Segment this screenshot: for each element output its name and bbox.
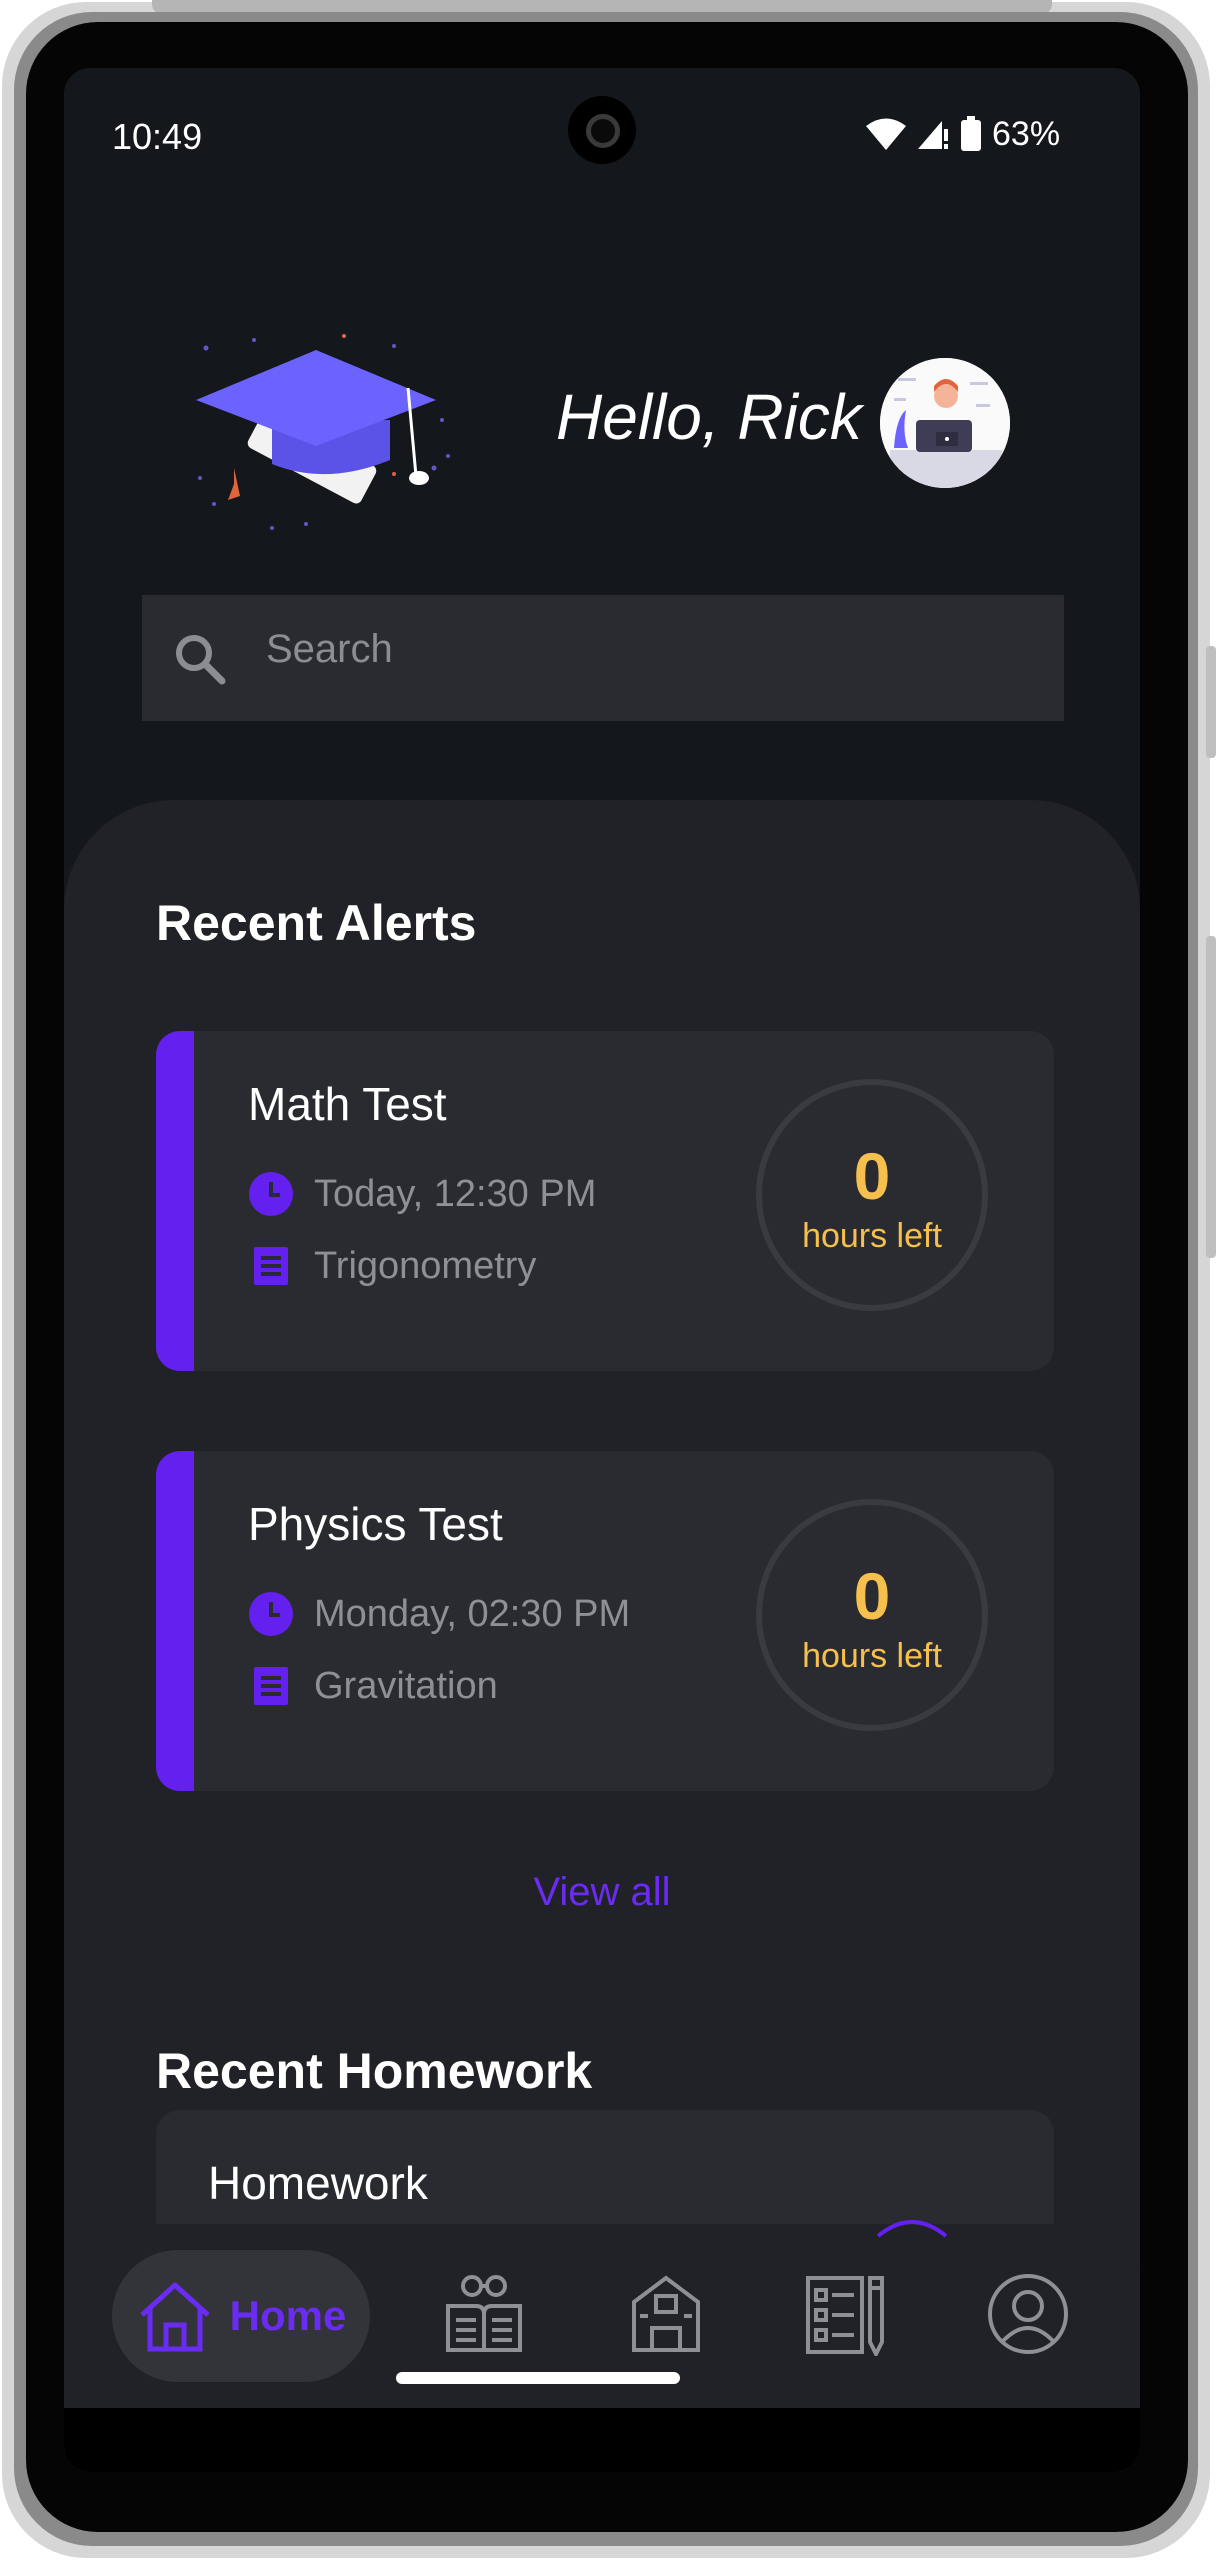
alert-time: Today, 12:30 PM — [314, 1172, 597, 1215]
school-icon[interactable] — [628, 2272, 704, 2356]
profile-icon[interactable] — [986, 2272, 1070, 2356]
alert-card[interactable]: Physics Test Monday, 02:30 PM Gravitatio… — [156, 1451, 1054, 1791]
alert-title: Math Test — [248, 1078, 447, 1130]
countdown-label: hours left — [802, 1637, 942, 1675]
homework-progress-icon — [876, 2220, 948, 2238]
signal-icon — [918, 121, 948, 149]
power-button — [1206, 646, 1216, 758]
alert-time-row: Today, 12:30 PM — [248, 1171, 596, 1217]
reading-icon[interactable] — [442, 2272, 526, 2356]
alert-topic: Trigonometry — [314, 1244, 537, 1287]
alert-accent-bar — [156, 1451, 194, 1791]
status-time: 10:49 — [112, 116, 203, 157]
battery-icon — [961, 116, 981, 151]
search-input[interactable]: Search — [142, 595, 1064, 721]
nav-home-label: Home — [229, 2292, 347, 2339]
alert-topic: Gravitation — [314, 1664, 498, 1707]
recent-alerts-title: Recent Alerts — [156, 895, 477, 951]
countdown-value: 0 — [853, 1559, 891, 1633]
view-all-link[interactable]: View all — [64, 1870, 1140, 1915]
app-screen: 10:49 63% Hello, Rick Search Recent Aler… — [64, 68, 1140, 2472]
battery-percent: 63% — [992, 114, 1061, 153]
clock-icon — [249, 1172, 293, 1216]
countdown-label: hours left — [802, 1217, 942, 1255]
avatar[interactable] — [880, 358, 1010, 488]
home-indicator[interactable] — [396, 2372, 680, 2384]
clock-icon — [249, 1592, 293, 1636]
nav-home[interactable]: Home — [112, 2250, 370, 2382]
alert-title: Physics Test — [248, 1498, 503, 1550]
countdown-value: 0 — [853, 1139, 891, 1213]
user-avatar-illustration — [880, 358, 1010, 488]
search-icon — [176, 635, 226, 685]
gesture-bar-area — [64, 2408, 1140, 2472]
home-icon — [139, 2282, 210, 2352]
countdown-ring: 0 hours left — [756, 1499, 988, 1731]
recent-homework-title: Recent Homework — [156, 2043, 593, 2099]
wifi-icon — [866, 118, 906, 150]
document-icon — [254, 1247, 288, 1285]
checklist-icon[interactable] — [804, 2272, 888, 2356]
alert-topic-row: Trigonometry — [248, 1243, 536, 1289]
front-camera — [568, 96, 636, 164]
alert-accent-bar — [156, 1031, 194, 1371]
alert-time-row: Monday, 02:30 PM — [248, 1591, 630, 1637]
alert-topic-row: Gravitation — [248, 1663, 498, 1709]
search-placeholder: Search — [266, 627, 393, 671]
alert-card[interactable]: Math Test Today, 12:30 PM Trigonometry 0… — [156, 1031, 1054, 1371]
countdown-ring: 0 hours left — [756, 1079, 988, 1311]
volume-button — [1206, 936, 1216, 1258]
status-bar: 10:49 63% — [64, 68, 1140, 198]
graduation-cap-icon — [196, 334, 450, 530]
status-icons: 63% — [866, 114, 1060, 154]
homework-title: Homework — [208, 2157, 428, 2209]
alert-time: Monday, 02:30 PM — [314, 1592, 631, 1635]
document-icon — [254, 1667, 288, 1705]
greeting-text: Hello, Rick — [556, 381, 862, 453]
